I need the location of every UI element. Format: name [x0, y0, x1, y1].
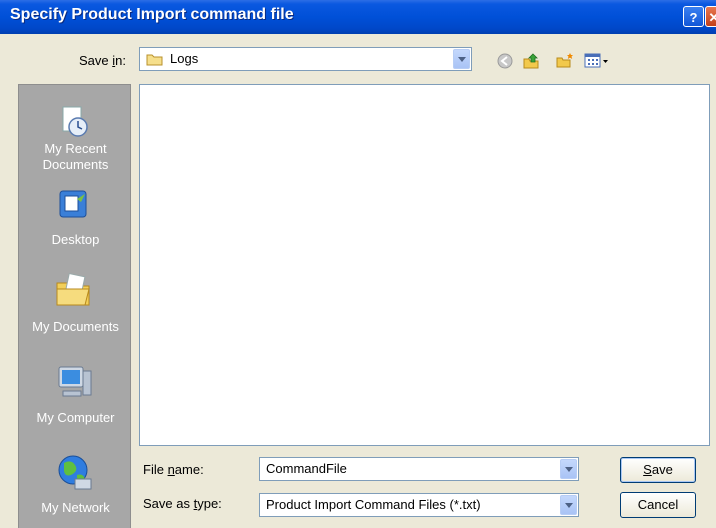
file-name-dropdown-icon[interactable]	[560, 459, 577, 479]
up-folder-icon[interactable]	[522, 52, 540, 70]
save-in-label-rest: n:	[115, 53, 126, 68]
folder-icon	[146, 54, 163, 66]
file-name-label-text: File	[143, 462, 168, 477]
save-button[interactable]: Save	[620, 457, 696, 483]
file-name-label: File name:	[143, 462, 204, 477]
save-as-type-dropdown-icon[interactable]	[560, 495, 577, 515]
file-list[interactable]	[139, 84, 710, 446]
save-as-type-label: Save as type:	[143, 496, 222, 511]
window-title: Specify Product Import command file	[10, 6, 294, 23]
save-as-type-label-rest: ype:	[197, 496, 222, 511]
file-name-field[interactable]: CommandFile	[259, 457, 579, 481]
places-label-desktop: Desktop	[51, 232, 100, 247]
recent-documents-icon	[62, 106, 88, 137]
new-folder-icon[interactable]	[556, 52, 574, 70]
save-as-type-label-text: Save as	[143, 496, 194, 511]
my-computer-icon	[58, 366, 92, 397]
places-item-my-computer[interactable]: My Computer	[19, 363, 132, 425]
save-in-label-text: Save	[79, 53, 113, 68]
file-name-label-accel: n	[167, 462, 175, 477]
places-label-recent-1: My Recent	[44, 141, 107, 156]
file-name-value: CommandFile	[266, 461, 347, 476]
save-dialog: Specify Product Import command file ? ✕ …	[0, 0, 716, 528]
save-as-type-value: Product Import Command Files (*.txt)	[266, 497, 481, 512]
help-button[interactable]: ?	[683, 6, 704, 27]
back-icon[interactable]	[496, 52, 514, 70]
places-item-recent[interactable]: My Recent Documents	[19, 105, 132, 175]
save-button-label: ave	[651, 462, 673, 477]
save-in-dropdown[interactable]: Logs	[139, 47, 472, 71]
file-name-label-rest: ame:	[174, 462, 204, 477]
my-network-icon	[58, 455, 92, 490]
cancel-button[interactable]: Cancel	[620, 492, 696, 518]
places-item-desktop[interactable]: Desktop	[19, 188, 132, 250]
places-item-my-documents[interactable]: My Documents	[19, 271, 132, 334]
title-bar: Specify Product Import command file ? ✕	[0, 0, 716, 34]
save-as-type-dropdown[interactable]: Product Import Command Files (*.txt)	[259, 493, 579, 517]
places-label-my-network: My Network	[41, 500, 110, 515]
cancel-button-label: Cancel	[637, 497, 679, 512]
places-label-my-documents: My Documents	[32, 319, 119, 334]
chevron-down-icon[interactable]	[453, 49, 470, 69]
save-button-accel: S	[643, 462, 652, 477]
places-bar: My Recent Documents Desktop My Documents	[18, 84, 131, 528]
places-label-my-computer: My Computer	[36, 410, 115, 425]
places-label-recent-2: Documents	[42, 157, 109, 172]
places-item-my-network[interactable]: My Network	[19, 453, 132, 515]
save-in-label: Save in:	[79, 53, 126, 68]
save-in-value: Logs	[170, 51, 199, 66]
close-button[interactable]: ✕	[705, 6, 716, 27]
views-menu-icon[interactable]	[584, 52, 610, 70]
my-documents-icon	[56, 272, 90, 306]
desktop-icon	[59, 190, 87, 218]
